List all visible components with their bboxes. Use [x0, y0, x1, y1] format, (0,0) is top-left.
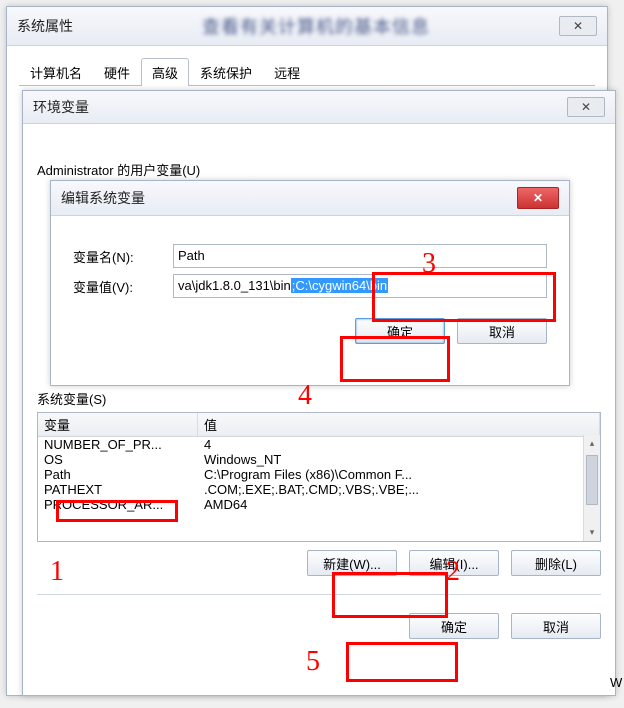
- tab-advanced[interactable]: 高级: [141, 58, 189, 86]
- cancel-button[interactable]: 取消: [457, 318, 547, 344]
- tab-hardware[interactable]: 硬件: [93, 58, 141, 86]
- col-variable[interactable]: 变量: [38, 413, 198, 436]
- var-name-label: 变量名(N):: [73, 247, 173, 266]
- edit-button[interactable]: 编辑(I)...: [409, 550, 499, 576]
- edit-system-variable-window: 编辑系统变量 ✕ 变量名(N): Path 变量值(V): va\jdk1.8.…: [50, 180, 570, 386]
- col-value[interactable]: 值: [198, 413, 600, 436]
- table-row[interactable]: NUMBER_OF_PR...4: [38, 437, 600, 452]
- table-row[interactable]: PROCESSOR_AR...AMD64: [38, 497, 600, 512]
- var-name-input[interactable]: Path: [173, 244, 547, 268]
- close-icon[interactable]: ✕: [559, 16, 597, 36]
- tab-strip: 计算机名 硬件 高级 系统保护 远程: [19, 58, 595, 86]
- window-title: 编辑系统变量: [61, 188, 145, 208]
- stray-char: W: [610, 675, 622, 690]
- scroll-down-icon[interactable]: ▾: [584, 524, 600, 541]
- system-vars-list[interactable]: 变量 值 NUMBER_OF_PR...4 OSWindows_NT PathC…: [37, 412, 601, 542]
- tab-system-protection[interactable]: 系统保护: [189, 58, 263, 86]
- scroll-up-icon[interactable]: ▴: [584, 435, 600, 452]
- close-icon[interactable]: ✕: [517, 187, 559, 209]
- tab-remote[interactable]: 远程: [263, 58, 311, 86]
- user-vars-label: Administrator 的用户变量(U): [37, 160, 601, 179]
- titlebar[interactable]: 环境变量 ✕: [23, 91, 615, 124]
- table-row[interactable]: OSWindows_NT: [38, 452, 600, 467]
- ok-button[interactable]: 确定: [355, 318, 445, 344]
- var-value-input[interactable]: va\jdk1.8.0_131\bin;C:\cygwin64\bin: [173, 274, 547, 298]
- scrollbar[interactable]: ▴ ▾: [583, 435, 600, 541]
- titlebar[interactable]: 编辑系统变量 ✕: [51, 181, 569, 216]
- var-value-label: 变量值(V):: [73, 277, 173, 296]
- cancel-button[interactable]: 取消: [511, 613, 601, 639]
- ok-button[interactable]: 确定: [409, 613, 499, 639]
- window-title: 环境变量: [33, 97, 89, 117]
- table-row-path[interactable]: PathC:\Program Files (x86)\Common F...: [38, 467, 600, 482]
- delete-button[interactable]: 删除(L): [511, 550, 601, 576]
- scroll-thumb[interactable]: [586, 455, 598, 505]
- titlebar[interactable]: 系统属性 查看有关计算机的基本信息 ✕: [7, 7, 607, 46]
- close-icon[interactable]: ✕: [567, 97, 605, 117]
- new-button[interactable]: 新建(W)...: [307, 550, 397, 576]
- selected-text: ;C:\cygwin64\bin: [291, 278, 388, 293]
- tab-computer-name[interactable]: 计算机名: [19, 58, 93, 86]
- blurred-text: 查看有关计算机的基本信息: [202, 17, 430, 37]
- system-vars-label: 系统变量(S): [37, 389, 601, 408]
- window-title: 系统属性: [17, 16, 73, 36]
- table-row[interactable]: PATHEXT.COM;.EXE;.BAT;.CMD;.VBS;.VBE;...: [38, 482, 600, 497]
